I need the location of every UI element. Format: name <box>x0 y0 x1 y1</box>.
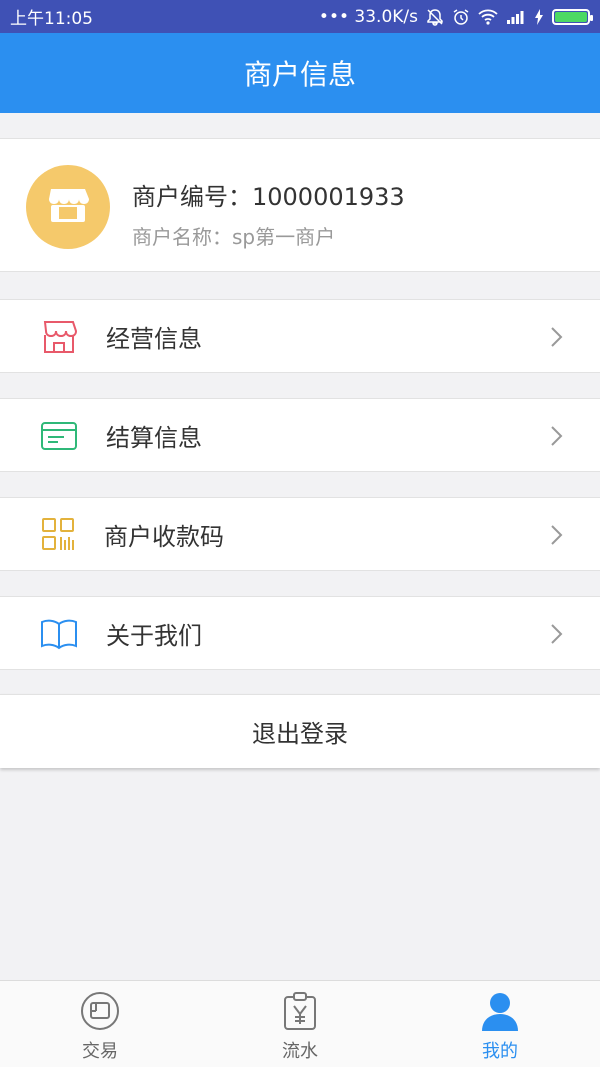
merchant-id: 商户编号：1000001933 <box>132 183 405 211</box>
card-icon <box>40 418 78 454</box>
menu-item-settlement-info[interactable]: 结算信息 <box>0 398 600 472</box>
tab-ledger[interactable]: 流水 <box>200 981 400 1067</box>
tab-mine[interactable]: 我的 <box>400 981 600 1067</box>
user-icon <box>480 991 520 1031</box>
signal-icon <box>506 9 526 25</box>
bottom-tab-bar: 交易 流水 我的 <box>0 980 600 1067</box>
status-time: 上午11:05 <box>10 9 93 29</box>
logout-label: 退出登录 <box>252 720 348 748</box>
battery-icon <box>552 8 593 25</box>
merchant-name: 商户名称：sp第一商户 <box>132 225 336 249</box>
menu-item-label: 关于我们 <box>106 621 202 650</box>
chevron-right-icon <box>550 623 564 645</box>
trade-icon <box>80 991 120 1031</box>
logout-button[interactable]: 退出登录 <box>0 694 600 768</box>
merchant-avatar <box>26 165 110 249</box>
network-speed: ••• 33.0K/s <box>318 6 418 27</box>
page-title: 商户信息 <box>243 58 356 91</box>
status-right: ••• 33.0K/s <box>318 6 593 27</box>
chevron-right-icon <box>550 524 564 546</box>
menu-item-label: 商户收款码 <box>104 522 224 551</box>
menu-item-payment-qrcode[interactable]: 商户收款码 <box>0 497 600 571</box>
merchant-card: 商户编号：1000001933 商户名称：sp第一商户 <box>0 138 600 272</box>
tab-label: 我的 <box>482 1041 518 1062</box>
app-bar: 商户信息 <box>0 33 600 113</box>
wifi-icon <box>478 9 498 25</box>
menu-item-label: 结算信息 <box>106 423 202 452</box>
charging-icon <box>534 8 544 25</box>
qrcode-icon <box>40 517 78 553</box>
tab-trade[interactable]: 交易 <box>0 981 200 1067</box>
battery-level <box>555 11 587 22</box>
shop-icon <box>40 319 78 355</box>
menu-item-label: 经营信息 <box>106 324 202 353</box>
menu-item-about-us[interactable]: 关于我们 <box>0 596 600 670</box>
status-bar: 上午11:05 ••• 33.0K/s <box>0 0 600 33</box>
ledger-icon <box>280 991 320 1031</box>
mute-icon <box>426 8 444 26</box>
store-icon <box>45 185 91 229</box>
alarm-icon <box>452 8 470 26</box>
chevron-right-icon <box>550 425 564 447</box>
book-icon <box>40 616 78 652</box>
chevron-right-icon <box>550 326 564 348</box>
tab-label: 流水 <box>282 1041 318 1062</box>
menu-item-business-info[interactable]: 经营信息 <box>0 299 600 373</box>
tab-label: 交易 <box>82 1041 118 1062</box>
